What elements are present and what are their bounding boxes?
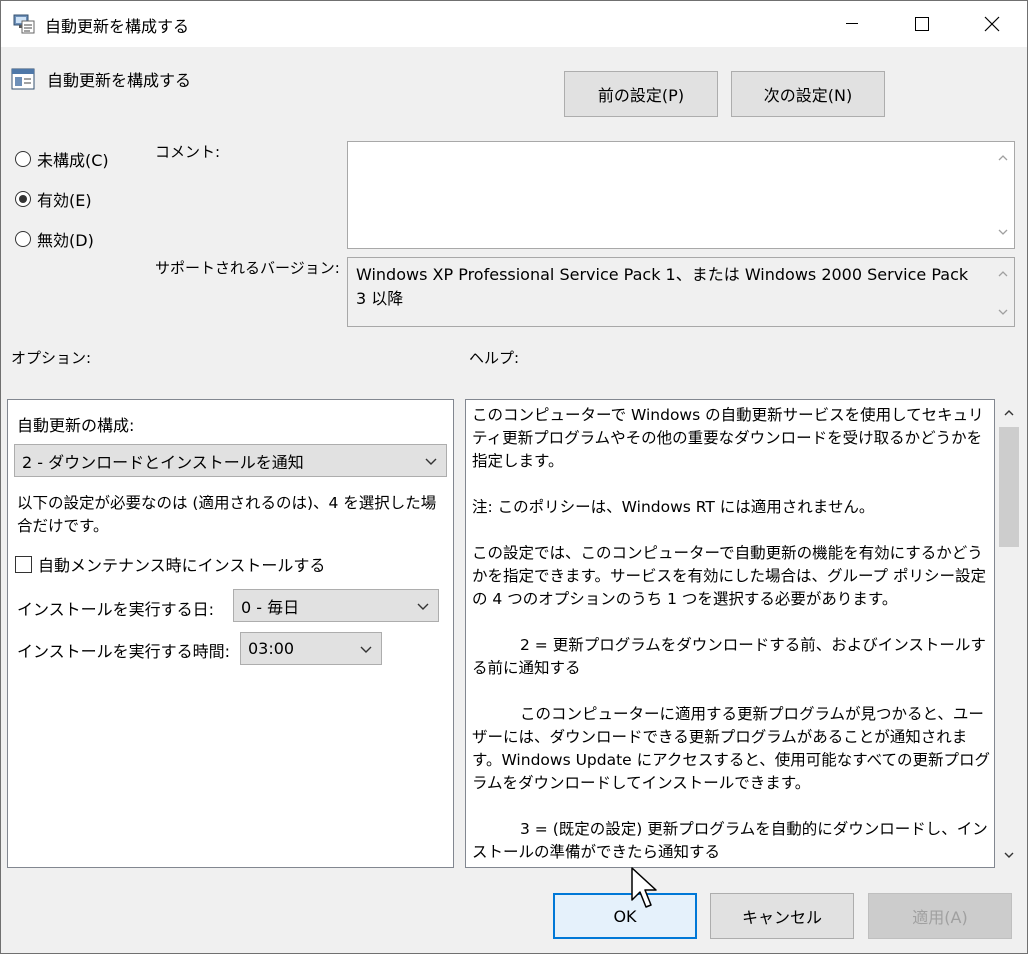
radio-not-configured-label: 未構成(C): [37, 151, 109, 170]
scroll-up-icon: [998, 271, 1008, 277]
configure-dropdown-value: 2 - ダウンロードとインストールを通知: [22, 452, 304, 472]
apply-label: 適用(A): [912, 908, 968, 927]
comment-field[interactable]: [347, 141, 1015, 249]
ok-button[interactable]: OK: [553, 893, 697, 939]
supported-versions-field: Windows XP Professional Service Pack 1、ま…: [347, 257, 1015, 327]
radio-enabled[interactable]: 有効(E): [15, 187, 92, 211]
mouse-cursor-icon: [631, 867, 657, 908]
previous-setting-button[interactable]: 前の設定(P): [564, 71, 718, 117]
install-day-dropdown[interactable]: 0 - 毎日: [233, 589, 439, 622]
chevron-down-icon: [425, 458, 437, 465]
radio-not-configured[interactable]: 未構成(C): [15, 147, 109, 171]
scroll-thumb[interactable]: [999, 427, 1019, 547]
configure-label: 自動更新の構成:: [17, 416, 135, 435]
maximize-icon: [915, 17, 929, 31]
radio-disabled-label: 無効(D): [37, 231, 94, 250]
help-header: ヘルプ:: [469, 349, 520, 367]
help-panel: このコンピューターで Windows の自動更新サービスを使用してセキュリティ更…: [465, 399, 995, 868]
options-panel: 自動更新の構成: 2 - ダウンロードとインストールを通知 以下の設定が必要なの…: [7, 399, 454, 868]
radio-enabled-label: 有効(E): [37, 191, 92, 210]
help-paragraph: このコンピューターで Windows の自動更新サービスを使用してセキュリティ更…: [472, 406, 984, 470]
scroll-down-icon: [998, 309, 1008, 315]
comment-scrollbar[interactable]: [992, 142, 1014, 248]
chevron-down-icon: [360, 646, 372, 653]
scroll-down-icon: [1004, 852, 1014, 858]
apply-button[interactable]: 適用(A): [868, 893, 1012, 939]
supported-scrollbar[interactable]: [992, 258, 1014, 326]
title-bar: 自動更新を構成する: [1, 1, 1027, 47]
policy-app-icon: [13, 14, 35, 34]
scroll-up-icon: [1004, 410, 1014, 416]
radio-disabled[interactable]: 無効(D): [15, 227, 94, 251]
maintenance-checkbox-label: 自動メンテナンス時にインストールする: [38, 556, 326, 575]
help-scrollbar[interactable]: [997, 399, 1021, 868]
supported-label: サポートされるバージョン:: [155, 259, 340, 277]
scroll-up-icon: [998, 155, 1008, 161]
next-setting-button[interactable]: 次の設定(N): [731, 71, 885, 117]
help-paragraph: このコンピューターに適用する更新プログラムが見つかると、ユーザーには、ダウンロー…: [472, 705, 991, 792]
radio-circle-not-configured: [15, 151, 31, 167]
help-paragraph: 注: このポリシーは、Windows RT には適用されません。: [472, 498, 875, 516]
chevron-down-icon: [417, 603, 429, 610]
help-text: このコンピューターで Windows の自動更新サービスを使用してセキュリティ更…: [472, 404, 992, 864]
help-paragraph: この設定では、このコンピューターで自動更新の機能を有効にするかどうかを指定できま…: [472, 544, 986, 608]
next-setting-label: 次の設定(N): [763, 86, 853, 105]
maintenance-checkbox[interactable]: 自動メンテナンス時にインストールする: [15, 552, 325, 576]
configure-dropdown[interactable]: 2 - ダウンロードとインストールを通知: [14, 444, 447, 477]
cancel-label: キャンセル: [741, 908, 822, 927]
options-note: 以下の設定が必要なのは (適用されるのは)、4 を選択した場合だけです。: [17, 494, 437, 535]
install-time-value: 03:00: [248, 639, 295, 658]
minimize-icon: [846, 23, 858, 24]
help-paragraph: 2 = 更新プログラムをダウンロードする前、およびインストールする前に通知する: [472, 636, 986, 677]
install-day-label: インストールを実行する日:: [17, 600, 215, 619]
supported-versions-value: Windows XP Professional Service Pack 1、ま…: [356, 265, 969, 308]
close-icon: [984, 16, 1000, 32]
radio-circle-enabled: [15, 191, 31, 207]
policy-setting-icon: [11, 67, 35, 91]
maximize-button[interactable]: [887, 1, 957, 47]
minimize-button[interactable]: [817, 1, 887, 47]
install-day-value: 0 - 毎日: [241, 597, 300, 617]
help-paragraph: 3 = (既定の設定) 更新プログラムを自動的にダウンロードし、インストールの準…: [472, 820, 988, 861]
previous-setting-label: 前の設定(P): [597, 86, 685, 105]
comment-label: コメント:: [155, 143, 221, 161]
window-title: 自動更新を構成する: [45, 17, 190, 36]
dialog-window: 自動更新を構成する 自動更新を構成する 前の設定(P) 次の設定(N) 未構成(…: [0, 0, 1028, 954]
cancel-button[interactable]: キャンセル: [710, 893, 854, 939]
policy-name-label: 自動更新を構成する: [47, 71, 192, 90]
install-time-label: インストールを実行する時間:: [17, 642, 231, 661]
close-button[interactable]: [957, 1, 1027, 47]
scroll-down-icon: [998, 229, 1008, 235]
options-header: オプション:: [11, 349, 92, 367]
checkbox-box: [15, 555, 32, 573]
install-time-dropdown[interactable]: 03:00: [240, 632, 382, 665]
radio-circle-disabled: [15, 231, 31, 247]
